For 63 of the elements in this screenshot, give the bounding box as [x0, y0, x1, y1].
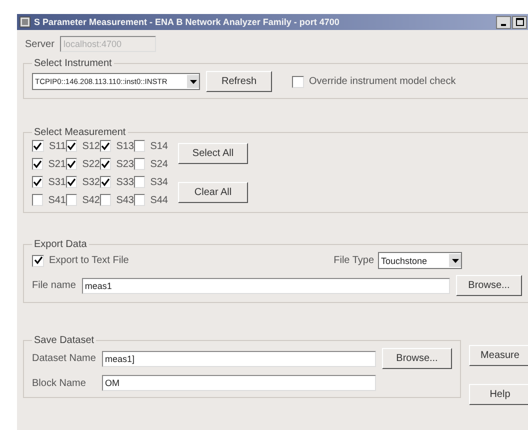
maximize-icon: [516, 18, 524, 26]
file-type-dropdown[interactable]: Touchstone: [378, 252, 462, 269]
select-all-button[interactable]: Select All: [178, 143, 248, 164]
checkbox-label: S34: [150, 176, 168, 188]
action-button[interactable]: Help: [469, 384, 528, 405]
block-name-label: Block Name: [32, 378, 87, 388]
checkbox[interactable]: [100, 158, 112, 170]
checkbox[interactable]: [134, 140, 146, 152]
refresh-button[interactable]: Refresh: [206, 71, 272, 92]
group-title: Select Measurement: [33, 127, 127, 138]
dataset-name-label: Dataset Name: [32, 353, 96, 364]
file-name-label: File name: [32, 280, 76, 291]
checkbox-label: S31: [48, 176, 66, 188]
checkbox-label: S21: [48, 158, 66, 170]
checkbox-label: S11: [48, 140, 66, 152]
checkbox[interactable]: [66, 194, 78, 206]
checkbox-label: S42: [82, 194, 100, 206]
app-icon: [19, 16, 31, 28]
caret-icon: [190, 80, 196, 84]
checkbox-label: S22: [82, 158, 100, 170]
file-name-field[interactable]: meas1: [82, 278, 450, 294]
checkbox[interactable]: [134, 158, 146, 170]
checkbox[interactable]: [32, 158, 44, 170]
checkbox-label: S43: [116, 194, 134, 206]
caret-icon: [452, 258, 458, 262]
group-title: Select Instrument: [33, 58, 113, 69]
browse-button[interactable]: Browse...: [382, 348, 452, 369]
checkbox-label: S32: [82, 176, 100, 188]
checkbox[interactable]: [32, 176, 44, 188]
checkbox[interactable]: [100, 194, 112, 206]
checkbox-label: Override instrument model check: [309, 76, 456, 87]
server-label: Server: [25, 38, 54, 50]
checkbox[interactable]: [66, 176, 78, 188]
checkbox-label: S23: [116, 158, 134, 170]
file-type-label: File Type: [334, 255, 374, 266]
checkbox-label: S33: [116, 176, 134, 188]
checkbox[interactable]: [32, 140, 44, 152]
group-title: Export Data: [33, 239, 88, 250]
maximize-button[interactable]: [512, 16, 527, 28]
checkbox[interactable]: [134, 176, 146, 188]
checkbox[interactable]: [32, 194, 44, 206]
checkbox[interactable]: [292, 76, 304, 88]
checkbox-label: S44: [150, 194, 168, 206]
window-title: S Parameter Measurement - ENA B Network Analyzer Family - port 4700: [34, 17, 340, 27]
minimize-button[interactable]: [496, 16, 511, 28]
clear-all-button[interactable]: Clear All: [178, 182, 248, 203]
checkbox-label: S24: [150, 158, 168, 170]
checkbox-label: S12: [82, 140, 100, 152]
checkbox[interactable]: [66, 158, 78, 170]
checkbox-label: Export to Text File: [49, 255, 129, 266]
checkbox-label: S13: [116, 140, 134, 152]
checkbox-label: S14: [150, 140, 168, 152]
checkbox[interactable]: [100, 176, 112, 188]
block-name-field[interactable]: OM: [102, 375, 376, 391]
browse-button[interactable]: Browse...: [456, 275, 522, 296]
group-title: Save Dataset: [33, 335, 96, 346]
action-button[interactable]: Measure: [469, 345, 528, 366]
dataset-name-field[interactable]: meas1]: [102, 350, 376, 366]
checkbox[interactable]: [100, 140, 112, 152]
checkbox[interactable]: [134, 194, 146, 206]
checkbox[interactable]: [66, 140, 78, 152]
checkbox-label: S41: [48, 194, 66, 206]
checkbox[interactable]: [32, 254, 44, 266]
